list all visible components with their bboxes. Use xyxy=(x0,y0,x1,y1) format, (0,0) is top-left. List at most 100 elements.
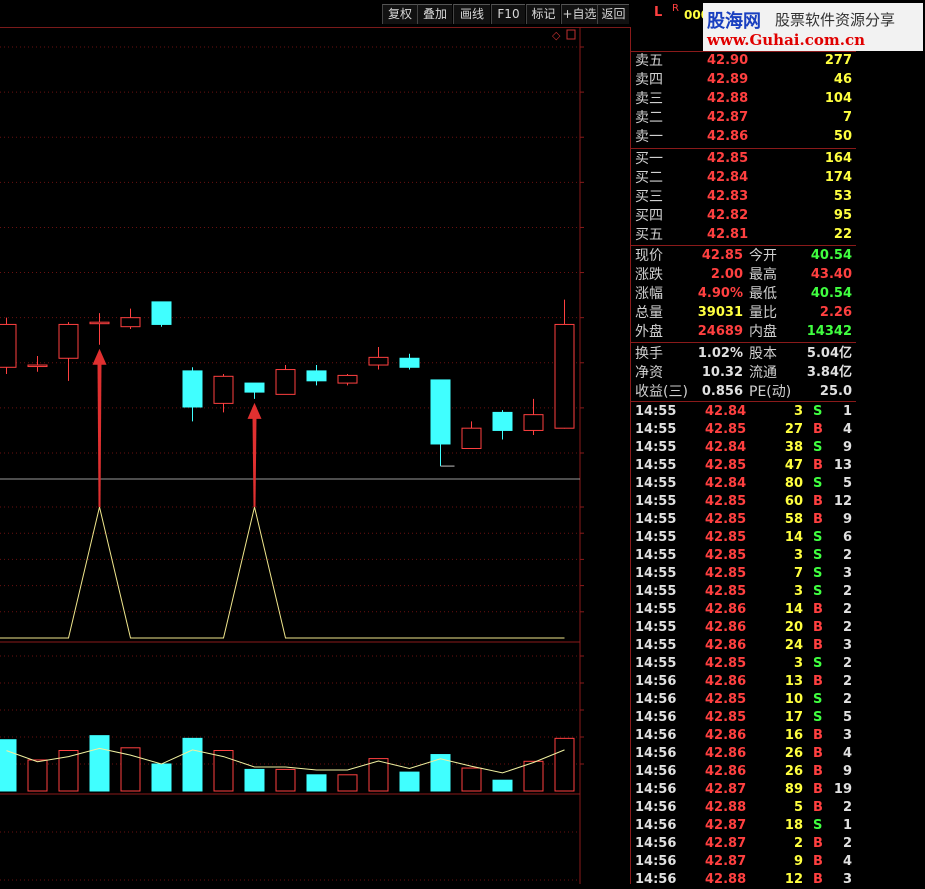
candle-body[interactable] xyxy=(523,414,544,431)
toolbar-button[interactable]: +自选 xyxy=(561,4,597,24)
trade-time: 14:56 xyxy=(635,782,677,797)
trade-volume: 3 xyxy=(793,656,803,671)
trade-row[interactable]: 14:55 42.84 38 S 9 xyxy=(635,439,852,457)
window-toggle-icon[interactable] xyxy=(566,29,576,40)
diamond-icon[interactable]: ◇ xyxy=(552,29,561,42)
candle-body[interactable] xyxy=(120,317,141,328)
trade-row[interactable]: 14:55 42.84 3 S 1 xyxy=(635,403,852,421)
trade-volume: 13 xyxy=(784,674,803,689)
volume-bar[interactable] xyxy=(492,779,513,792)
quote-value: 40.54 xyxy=(810,286,852,301)
trade-time: 14:55 xyxy=(635,656,677,671)
candle-body[interactable] xyxy=(27,364,48,368)
trade-row[interactable]: 14:56 42.88 5 B 2 xyxy=(635,799,852,817)
candle-body[interactable] xyxy=(275,369,296,395)
trade-row[interactable]: 14:56 42.87 9 B 4 xyxy=(635,853,852,871)
volume-bar[interactable] xyxy=(337,774,358,792)
trade-row[interactable]: 14:55 42.86 14 B 2 xyxy=(635,601,852,619)
trade-row[interactable]: 14:56 42.86 16 B 3 xyxy=(635,727,852,745)
volume-bar[interactable] xyxy=(182,737,203,792)
trade-row[interactable]: 14:56 42.87 89 B 19 xyxy=(635,781,852,799)
candle-body[interactable] xyxy=(0,323,17,368)
trade-count: 2 xyxy=(842,548,852,563)
trade-row[interactable]: 14:56 42.86 26 B 4 xyxy=(635,745,852,763)
volume-bar[interactable] xyxy=(306,774,327,792)
trade-row[interactable]: 14:55 42.85 7 S 3 xyxy=(635,565,852,583)
ask-volume: 277 xyxy=(824,53,852,68)
volume-bar[interactable] xyxy=(151,763,172,792)
trade-side: S xyxy=(813,818,823,833)
trade-volume: 18 xyxy=(784,818,803,833)
trade-row[interactable]: 14:56 42.87 18 S 1 xyxy=(635,817,852,835)
volume-bar[interactable] xyxy=(120,747,141,792)
candle-body[interactable] xyxy=(58,323,79,359)
candle-body[interactable] xyxy=(337,374,358,384)
candle-body[interactable] xyxy=(213,375,234,404)
candle-body[interactable] xyxy=(492,411,513,431)
toolbar-button[interactable]: 复权 xyxy=(382,4,417,24)
trade-row[interactable]: 14:55 42.85 27 B 4 xyxy=(635,421,852,439)
toolbar-button[interactable]: 返回 xyxy=(597,4,629,24)
trade-time: 14:56 xyxy=(635,764,677,779)
trade-row[interactable]: 14:56 42.85 17 S 5 xyxy=(635,709,852,727)
volume-bar[interactable] xyxy=(399,771,420,792)
volume-bar[interactable] xyxy=(89,735,110,792)
ask-label: 卖四 xyxy=(635,72,663,88)
candle-body[interactable] xyxy=(368,356,389,366)
volume-bar[interactable] xyxy=(0,739,17,792)
candle-body[interactable] xyxy=(244,382,265,393)
volume-bar[interactable] xyxy=(554,737,575,792)
volume-bar[interactable] xyxy=(275,768,296,792)
quote-row: 总量 39031 量比 2.26 xyxy=(635,304,852,322)
toolbar-button[interactable]: F10 xyxy=(491,4,525,24)
trade-row[interactable]: 14:56 42.86 13 B 2 xyxy=(635,673,852,691)
r-label[interactable]: R xyxy=(672,3,679,14)
volume-bar[interactable] xyxy=(27,759,48,792)
candle-body[interactable] xyxy=(399,357,420,368)
trade-count: 13 xyxy=(833,458,852,473)
candle-body[interactable] xyxy=(182,370,203,408)
toolbar-button[interactable]: 标记 xyxy=(526,4,560,24)
trade-row[interactable]: 14:55 42.84 80 S 5 xyxy=(635,475,852,493)
trade-count: 19 xyxy=(833,782,852,797)
volume-bar[interactable] xyxy=(244,768,265,792)
finance-label: 收益(三) xyxy=(635,384,688,400)
trade-row[interactable]: 14:55 42.85 58 B 9 xyxy=(635,511,852,529)
trade-price: 42.85 xyxy=(705,584,747,599)
toolbar-button[interactable]: 叠加 xyxy=(417,4,452,24)
trade-side: B xyxy=(813,458,823,473)
trade-count: 5 xyxy=(842,476,852,491)
trade-row[interactable]: 14:56 42.86 26 B 9 xyxy=(635,763,852,781)
volume-bar[interactable] xyxy=(523,760,544,792)
kline-chart[interactable]: ◇ xyxy=(0,27,630,884)
trade-row[interactable]: 14:55 42.86 24 B 3 xyxy=(635,637,852,655)
trade-row[interactable]: 14:55 42.85 14 S 6 xyxy=(635,529,852,547)
divider xyxy=(631,342,856,343)
trade-row[interactable]: 14:56 42.88 12 B 3 xyxy=(635,871,852,889)
trade-row[interactable]: 14:55 42.85 47 B 13 xyxy=(635,457,852,475)
l-label[interactable]: L xyxy=(654,5,662,20)
trade-price: 42.88 xyxy=(705,800,747,815)
toolbar-button[interactable]: 画线 xyxy=(453,4,490,24)
trade-side: B xyxy=(813,674,823,689)
candle-body[interactable] xyxy=(430,379,451,445)
trade-row[interactable]: 14:55 42.86 20 B 2 xyxy=(635,619,852,637)
trade-volume: 26 xyxy=(784,746,803,761)
trade-row[interactable]: 14:55 42.85 3 S 2 xyxy=(635,583,852,601)
trade-row[interactable]: 14:56 42.85 10 S 2 xyxy=(635,691,852,709)
finance-value: 0.856 xyxy=(701,384,743,399)
trade-row[interactable]: 14:55 42.85 3 S 2 xyxy=(635,655,852,673)
trade-row[interactable]: 14:56 42.87 2 B 2 xyxy=(635,835,852,853)
candle-body[interactable] xyxy=(306,370,327,382)
candle-body[interactable] xyxy=(461,427,482,449)
volume-bar[interactable] xyxy=(461,767,482,792)
candle-body[interactable] xyxy=(151,301,172,325)
trade-row[interactable]: 14:55 42.85 3 S 2 xyxy=(635,547,852,565)
trade-price: 42.84 xyxy=(705,404,747,419)
trade-price: 42.85 xyxy=(705,530,747,545)
trade-price: 42.87 xyxy=(705,836,747,851)
candle-body[interactable] xyxy=(89,321,110,325)
candle-body[interactable] xyxy=(554,323,575,429)
trade-row[interactable]: 14:55 42.85 60 B 12 xyxy=(635,493,852,511)
trade-count: 2 xyxy=(842,836,852,851)
